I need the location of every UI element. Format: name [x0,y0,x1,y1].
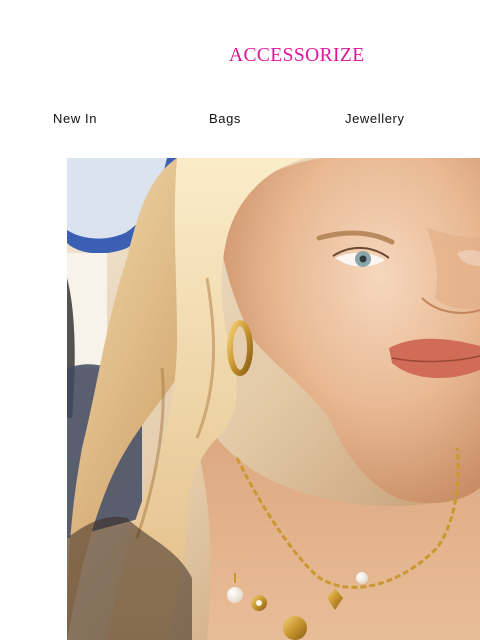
nav-item-new-in[interactable]: New In [53,108,97,130]
hero-image[interactable] [67,158,480,640]
nav-item-jewellery[interactable]: Jewellery [345,108,405,130]
email-page: ACCESSORIZE New In Bags Jewellery [0,0,480,640]
brand-logo[interactable]: ACCESSORIZE [229,44,373,68]
header: ACCESSORIZE [0,0,480,100]
brand-logo-text: ACCESSORIZE [229,45,365,66]
nav-item-bags[interactable]: Bags [209,108,241,130]
main-nav: New In Bags Jewellery [0,108,480,130]
hero-photo [67,158,480,640]
